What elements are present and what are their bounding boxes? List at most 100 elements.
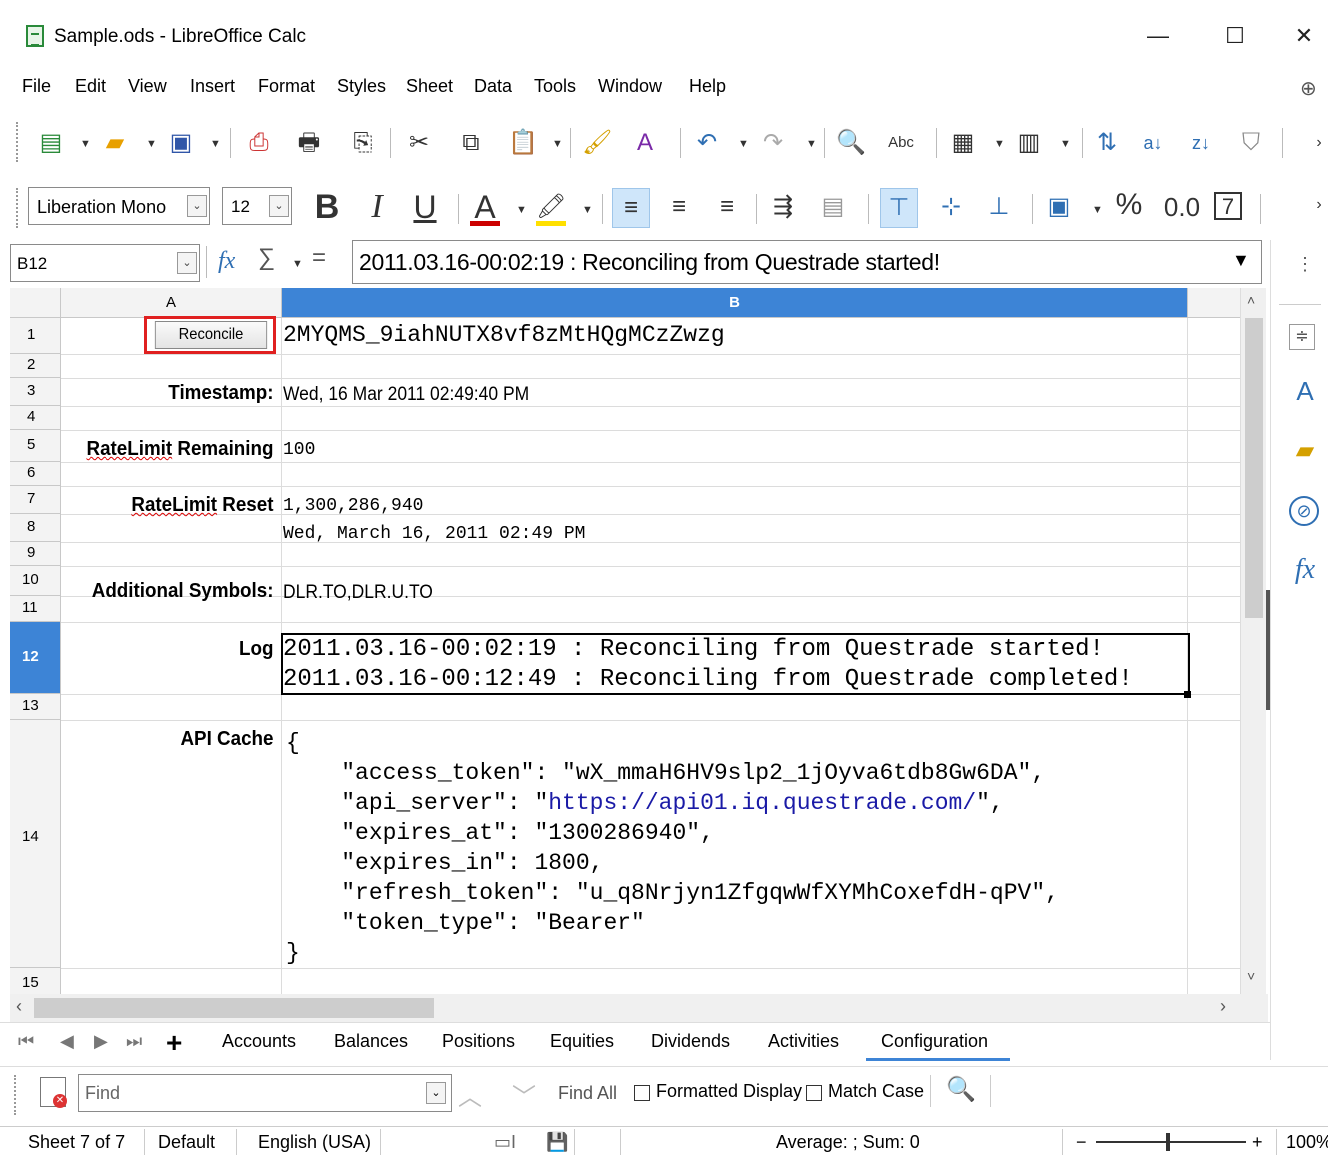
- menu-tools[interactable]: Tools: [534, 76, 576, 97]
- save-icon[interactable]: ▣: [166, 128, 196, 158]
- redo-icon[interactable]: ↷: [758, 128, 788, 158]
- sheet-tab-accounts[interactable]: Accounts: [222, 1031, 296, 1052]
- row-header[interactable]: 14: [10, 720, 61, 968]
- column-header-c[interactable]: [1188, 288, 1248, 318]
- align-top-icon[interactable]: ⊤: [880, 188, 918, 228]
- row-icon[interactable]: ▦: [948, 128, 978, 158]
- save-dropdown-icon[interactable]: ▼: [210, 138, 221, 150]
- currency-dropdown-icon[interactable]: ▼: [1092, 204, 1103, 216]
- row-header[interactable]: 3: [10, 378, 61, 406]
- print-preview-icon[interactable]: ⎘: [348, 128, 378, 158]
- zoom-in-button[interactable]: +: [1252, 1132, 1263, 1153]
- align-left-icon[interactable]: ≡: [612, 188, 650, 228]
- chevron-down-icon[interactable]: ⌄: [187, 195, 207, 217]
- first-sheet-icon[interactable]: ⏮: [18, 1031, 34, 1052]
- find-replace-icon[interactable]: 🔍: [946, 1075, 976, 1104]
- function-wizard-icon[interactable]: fx: [218, 248, 235, 275]
- redo-dropdown-icon[interactable]: ▼: [806, 138, 817, 150]
- last-sheet-icon[interactable]: ⏭: [126, 1031, 142, 1052]
- menu-edit[interactable]: Edit: [75, 76, 106, 97]
- percent-format-icon[interactable]: %: [1114, 186, 1144, 224]
- selection-summary[interactable]: Average: ; Sum: 0: [776, 1132, 920, 1153]
- sort-descending-icon[interactable]: z↓: [1186, 128, 1216, 158]
- row-header[interactable]: 2: [10, 354, 61, 378]
- print-icon[interactable]: 🖶: [294, 128, 324, 158]
- cell-a10[interactable]: Additional Symbols:: [74, 580, 281, 603]
- menu-format[interactable]: Format: [258, 76, 315, 97]
- scroll-left-icon[interactable]: ‹: [16, 996, 22, 1017]
- page-style[interactable]: Default: [158, 1132, 215, 1153]
- row-header[interactable]: 6: [10, 462, 61, 486]
- menu-data[interactable]: Data: [474, 76, 512, 97]
- functions-icon[interactable]: fx: [1289, 554, 1321, 586]
- row-header[interactable]: 13: [10, 694, 61, 720]
- menu-window[interactable]: Window: [598, 76, 662, 97]
- scroll-right-icon[interactable]: ›: [1220, 996, 1226, 1017]
- vertical-scroll-thumb[interactable]: [1245, 318, 1263, 618]
- cell-b5[interactable]: 100: [283, 440, 315, 460]
- find-input[interactable]: Find: [78, 1074, 452, 1112]
- clear-formatting-icon[interactable]: A: [630, 128, 660, 158]
- spelling-icon[interactable]: Abc: [886, 128, 916, 158]
- font-color-dropdown-icon[interactable]: ▼: [516, 204, 527, 216]
- row-header[interactable]: 10: [10, 566, 61, 596]
- api-server-link[interactable]: https://api01.iq.questrade.com/: [548, 790, 976, 816]
- spreadsheet-grid[interactable]: A B 1 2 3 4 5 6 7 8 9 10 11 12 13 14 15: [10, 288, 1268, 994]
- maximize-button[interactable]: ☐: [1215, 18, 1255, 54]
- sum-icon[interactable]: ∑: [258, 244, 275, 272]
- number-format-icon[interactable]: 0.0: [1160, 188, 1204, 226]
- menu-insert[interactable]: Insert: [190, 76, 235, 97]
- row-header[interactable]: 11: [10, 596, 61, 622]
- menu-view[interactable]: View: [128, 76, 167, 97]
- row-header[interactable]: 15: [10, 968, 61, 994]
- column-header-b[interactable]: B: [282, 288, 1188, 318]
- bold-icon[interactable]: B: [312, 188, 342, 226]
- row-header[interactable]: 7: [10, 486, 61, 514]
- vertical-scrollbar[interactable]: ˄ ˅: [1240, 288, 1266, 994]
- document-modified-icon[interactable]: 💾: [546, 1132, 568, 1153]
- chevron-down-icon[interactable]: ⌄: [426, 1082, 446, 1104]
- horizontal-scroll-thumb[interactable]: [34, 998, 434, 1018]
- center-vertically-icon[interactable]: ⊹: [936, 188, 966, 226]
- menu-styles[interactable]: Styles: [337, 76, 386, 97]
- close-button[interactable]: ✕: [1284, 18, 1324, 54]
- new-document-icon[interactable]: ▤: [36, 128, 66, 158]
- zoom-slider-handle[interactable]: [1166, 1133, 1170, 1151]
- sheet-tab-balances[interactable]: Balances: [334, 1031, 408, 1052]
- formatted-display-label[interactable]: Formatted Display: [656, 1081, 802, 1102]
- chevron-down-icon[interactable]: ⌄: [269, 195, 289, 217]
- undo-dropdown-icon[interactable]: ▼: [738, 138, 749, 150]
- sidebar-menu-icon[interactable]: ⋮: [1289, 254, 1321, 286]
- globe-icon[interactable]: ⊕: [1300, 76, 1317, 101]
- sort-ascending-icon[interactable]: a↓: [1138, 128, 1168, 158]
- sheet-tab-positions[interactable]: Positions: [442, 1031, 515, 1052]
- language[interactable]: English (USA): [258, 1132, 371, 1153]
- row-header[interactable]: 9: [10, 542, 61, 566]
- cell-a14[interactable]: API Cache: [74, 728, 281, 751]
- cell-b1[interactable]: 2MYQMS_9iahNUTX8vf8zMtHQgMCzZwzg: [283, 322, 725, 348]
- export-pdf-icon[interactable]: ⎙: [244, 128, 274, 158]
- underline-icon[interactable]: U: [410, 188, 440, 226]
- cell-b14[interactable]: { "access_token": "wX_mmaH6HV9slp2_1jOyv…: [286, 728, 1059, 968]
- wrap-text-icon[interactable]: ⇶: [768, 188, 798, 226]
- insert-mode-icon[interactable]: ▭I: [494, 1132, 516, 1153]
- cell-a12[interactable]: Log: [74, 638, 281, 661]
- zoom-out-button[interactable]: −: [1076, 1132, 1087, 1153]
- open-folder-icon[interactable]: ▰: [100, 128, 130, 158]
- sheet-tab-configuration[interactable]: Configuration: [866, 1031, 1011, 1061]
- sheet-tab-equities[interactable]: Equities: [550, 1031, 614, 1052]
- sheet-tab-dividends[interactable]: Dividends: [651, 1031, 730, 1052]
- sheet-tab-activities[interactable]: Activities: [768, 1031, 839, 1052]
- currency-format-icon[interactable]: ▣: [1044, 188, 1074, 226]
- cell-b10[interactable]: DLR.TO,DLR.U.TO: [283, 582, 433, 604]
- zoom-slider[interactable]: [1096, 1141, 1246, 1143]
- navigator-icon[interactable]: ⊘: [1289, 496, 1319, 526]
- merge-center-icon[interactable]: ▤: [818, 188, 848, 226]
- find-all-button[interactable]: Find All: [558, 1083, 617, 1104]
- zoom-level[interactable]: 100%: [1286, 1132, 1328, 1153]
- font-color-icon[interactable]: A: [470, 188, 500, 226]
- column-dropdown-icon[interactable]: ▼: [1060, 138, 1071, 150]
- paste-dropdown-icon[interactable]: ▼: [552, 138, 563, 150]
- sort-icon[interactable]: ⇅: [1092, 128, 1122, 158]
- row-header[interactable]: 1: [10, 318, 61, 354]
